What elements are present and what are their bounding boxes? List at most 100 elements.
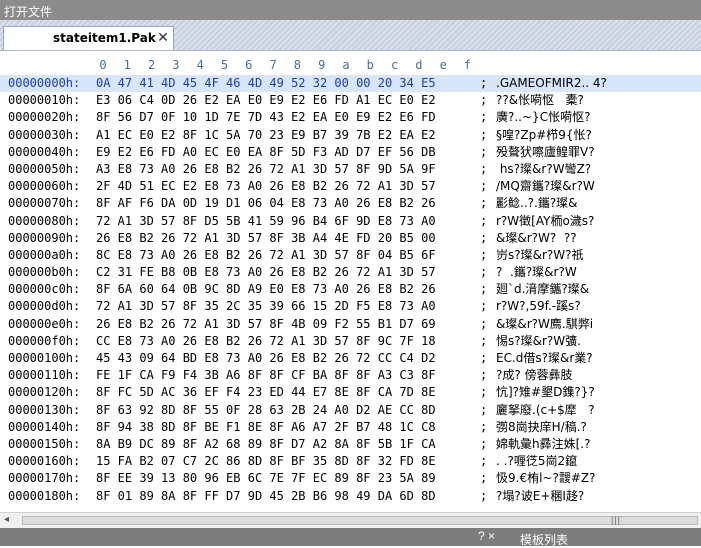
hex-row[interactable]: 000000a0h: 8C E8 73 A0 26 E8 B2 26 72 A1 … xyxy=(0,247,701,264)
row-address: 00000160h: xyxy=(8,454,81,469)
row-ascii[interactable]: 婂軌彙h彞注姝[.? xyxy=(496,436,590,453)
row-ascii[interactable]: 岃s?璨&r?W?祇 xyxy=(496,247,584,264)
tab-stateitem1[interactable]: stateitem1.Pak ✕ xyxy=(3,26,174,51)
row-hex-bytes[interactable]: 45 43 09 64 BD E8 73 A0 26 E8 B2 26 72 C… xyxy=(96,350,436,367)
row-hex-bytes[interactable]: 8F 6A 60 64 0B 9C 8D A9 E0 E8 73 A0 26 E… xyxy=(96,281,436,298)
window-title: 打开文件 xyxy=(4,5,53,19)
row-ascii[interactable]: r?W徵[AY栭o濊s? xyxy=(496,213,594,230)
hex-row[interactable]: 00000090h: 26 E8 B2 26 72 A1 3D 57 8F 3B … xyxy=(0,230,701,247)
row-ascii[interactable]: 彅8崗抉庠H/稿.? xyxy=(496,419,587,436)
hex-row[interactable]: 00000000h: 0A 47 41 4D 45 4F 46 4D 49 52 … xyxy=(0,75,701,93)
scroll-left-icon[interactable]: ◂ xyxy=(4,514,9,525)
row-ascii[interactable]: &璨&r?W廌.騏弊i xyxy=(496,316,593,333)
row-address: 00000050h: xyxy=(8,161,81,176)
row-ascii[interactable]: 廲拏廢.(c+$犘 ? xyxy=(496,402,595,419)
row-ascii[interactable]: §喤?Zp#栉9{怅? xyxy=(496,127,592,144)
panel-tools[interactable]: ? × xyxy=(478,529,495,543)
row-hex-bytes[interactable]: 8F 01 89 8A 8F FF D7 9D 45 2B B6 98 49 D… xyxy=(96,488,436,505)
horizontal-scrollbar[interactable]: ◂ ||| xyxy=(0,512,701,528)
row-ascii[interactable]: 惕s?璨&r?W彍. xyxy=(496,333,581,350)
row-hex-bytes[interactable]: 8F 56 D7 0F 10 1D 7E 7D 43 E2 EA E0 E9 E… xyxy=(96,109,436,126)
row-hex-bytes[interactable]: 8A B9 DC 89 8F A2 68 89 8F D7 A2 8A 8F 5… xyxy=(96,436,436,453)
row-hex-bytes[interactable]: 72 A1 3D 57 8F D5 5B 41 59 96 B4 6F 9D E… xyxy=(96,213,436,230)
ruler-col: a xyxy=(342,58,350,72)
row-separator: ; xyxy=(480,471,488,486)
row-separator: ; xyxy=(480,385,488,400)
hex-row[interactable]: 00000050h: A3 E8 73 A0 26 E8 B2 26 72 A1 … xyxy=(0,161,701,178)
row-hex-bytes[interactable]: 8F EE 39 13 80 96 EB 6C 7E 7F EC 89 8F 2… xyxy=(96,470,436,487)
row-ascii[interactable]: 忣9.€栯l~?靉#Z? xyxy=(496,470,596,487)
row-ascii[interactable]: 殁聱犾嚓廬鳇罪V? xyxy=(496,144,595,161)
row-ascii[interactable]: ? .鑴?璨&r?W xyxy=(496,264,577,281)
row-ascii[interactable]: . .?喱徔5崗2鑹 xyxy=(496,453,577,470)
hex-row[interactable]: 00000060h: 2F 4D 51 EC E2 E8 73 A0 26 E8 … xyxy=(0,178,701,195)
row-hex-bytes[interactable]: FE 1F CA F9 F4 3B A6 8F 8F CF BA 8F 8F A… xyxy=(96,367,436,384)
hex-row[interactable]: 00000040h: E9 E2 E6 FD A0 EC E0 EA 8F 5D … xyxy=(0,144,701,161)
row-separator: ; xyxy=(480,93,488,108)
row-hex-bytes[interactable]: 8F FC 5D AC 36 EF F4 23 ED 44 E7 8E 8F C… xyxy=(96,384,436,401)
row-address: 00000130h: xyxy=(8,402,81,417)
row-ascii[interactable]: r?W?,59f.-蹊s? xyxy=(496,298,581,315)
row-separator: ; xyxy=(480,213,488,228)
row-hex-bytes[interactable]: 8F 94 38 8D 8F BE F1 8E 8F A6 A7 2F B7 4… xyxy=(96,419,436,436)
row-ascii[interactable]: /MQ齋鑴?璨&r?W xyxy=(496,178,595,195)
row-address: 00000010h: xyxy=(8,93,81,108)
row-ascii[interactable]: EC.d借s?璨&r業? xyxy=(496,350,593,367)
hex-row[interactable]: 00000080h: 72 A1 3D 57 8F D5 5B 41 59 96 … xyxy=(0,213,701,230)
row-hex-bytes[interactable]: E3 06 C4 0D 26 E2 EA E0 E9 E2 E6 FD A1 E… xyxy=(96,92,436,109)
row-separator: ; xyxy=(480,247,488,262)
row-hex-bytes[interactable]: 26 E8 B2 26 72 A1 3D 57 8F 4B 09 F2 55 B… xyxy=(96,316,436,333)
row-ascii[interactable]: ?成? 傍蓉彝肢 xyxy=(496,367,573,384)
row-ascii[interactable]: ?塌?诐E+稛I趍? xyxy=(496,488,584,505)
row-ascii[interactable]: &璨&r?W? ?? xyxy=(496,230,577,247)
row-hex-bytes[interactable]: E9 E2 E6 FD A0 EC E0 EA 8F 5D F3 AD D7 E… xyxy=(96,144,436,161)
row-ascii[interactable]: 廣?..~}C怅嗬怄? xyxy=(496,109,590,126)
hex-row[interactable]: 000000c0h: 8F 6A 60 64 0B 9C 8D A9 E0 E8 … xyxy=(0,281,701,298)
bottom-panel-bar: ? × 模板列表 xyxy=(0,528,701,548)
hex-row[interactable]: 00000120h: 8F FC 5D AC 36 EF F4 23 ED 44 … xyxy=(0,384,701,401)
hex-row[interactable]: 00000030h: A1 EC E0 E2 8F 1C 5A 70 23 E9 … xyxy=(0,127,701,144)
row-hex-bytes[interactable]: 15 FA B2 07 C7 2C 86 8D 8F BF 35 8D 8F 3… xyxy=(96,453,436,470)
row-hex-bytes[interactable]: 8F AF F6 DA 0D 19 D1 06 04 E8 73 A0 26 E… xyxy=(96,195,436,212)
row-hex-bytes[interactable]: 8C E8 73 A0 26 E8 B2 26 72 A1 3D 57 8F 0… xyxy=(96,247,436,264)
hex-row[interactable]: 00000110h: FE 1F CA F9 F4 3B A6 8F 8F CF … xyxy=(0,367,701,384)
hex-row[interactable]: 000000d0h: 72 A1 3D 57 8F 35 2C 35 39 66 … xyxy=(0,298,701,315)
hex-row[interactable]: 00000160h: 15 FA B2 07 C7 2C 86 8D 8F BF … xyxy=(0,453,701,470)
row-hex-bytes[interactable]: A3 E8 73 A0 26 E8 B2 26 72 A1 3D 57 8F 9… xyxy=(96,161,436,178)
hex-row[interactable]: 000000b0h: C2 31 FE B8 0B E8 73 A0 26 E8 … xyxy=(0,264,701,281)
row-separator: ; xyxy=(480,110,488,125)
row-ascii[interactable]: 忼]?雉#墾D鏶?}? xyxy=(496,384,595,401)
hex-row[interactable]: 00000180h: 8F 01 89 8A 8F FF D7 9D 45 2B … xyxy=(0,488,701,505)
row-ascii[interactable]: .GAMEOFMIR2.. 4? xyxy=(496,75,607,92)
row-hex-bytes[interactable]: 26 E8 B2 26 72 A1 3D 57 8F 3B A4 4E FD 2… xyxy=(96,230,436,247)
hex-row[interactable]: 00000150h: 8A B9 DC 89 8F A2 68 89 8F D7 … xyxy=(0,436,701,453)
scrollbar-thumb[interactable]: ||| xyxy=(22,515,698,525)
row-ascii[interactable]: 彲鲶..?.鑴?璨& xyxy=(496,195,578,212)
row-hex-bytes[interactable]: 8F 63 92 8D 8F 55 0F 28 63 2B 24 A0 D2 A… xyxy=(96,402,436,419)
hex-row[interactable]: 00000100h: 45 43 09 64 BD E8 73 A0 26 E8 … xyxy=(0,350,701,367)
row-hex-bytes[interactable]: CC E8 73 A0 26 E8 B2 26 72 A1 3D 57 8F 9… xyxy=(96,333,436,350)
row-hex-bytes[interactable]: 0A 47 41 4D 45 4F 46 4D 49 52 32 00 00 2… xyxy=(96,75,436,92)
row-ascii[interactable]: 廻`d.湇摩鑴?璨& xyxy=(496,281,589,298)
row-hex-bytes[interactable]: 2F 4D 51 EC E2 E8 73 A0 26 E8 B2 26 72 A… xyxy=(96,178,436,195)
hex-rows[interactable]: 00000000h: 0A 47 41 4D 45 4F 46 4D 49 52 … xyxy=(0,75,701,505)
template-list-label[interactable]: 模板列表 xyxy=(520,531,568,548)
hex-row[interactable]: 000000e0h: 26 E8 B2 26 72 A1 3D 57 8F 4B … xyxy=(0,316,701,333)
hex-row[interactable]: 000000f0h: CC E8 73 A0 26 E8 B2 26 72 A1 … xyxy=(0,333,701,350)
hex-row[interactable]: 00000130h: 8F 63 92 8D 8F 55 0F 28 63 2B … xyxy=(0,402,701,419)
row-address: 00000120h: xyxy=(8,385,81,400)
row-hex-bytes[interactable]: A1 EC E0 E2 8F 1C 5A 70 23 E9 B7 39 7B E… xyxy=(96,127,436,144)
hex-row[interactable]: 00000010h: E3 06 C4 0D 26 E2 EA E0 E9 E2 … xyxy=(0,92,701,109)
row-ascii[interactable]: hs?璨&r?W彎Z? xyxy=(496,161,591,178)
row-hex-bytes[interactable]: C2 31 FE B8 0B E8 73 A0 26 E8 B2 26 72 A… xyxy=(96,264,436,281)
row-address: 00000140h: xyxy=(8,419,81,434)
hex-row[interactable]: 00000070h: 8F AF F6 DA 0D 19 D1 06 04 E8 … xyxy=(0,195,701,212)
hex-row[interactable]: 00000140h: 8F 94 38 8D 8F BE F1 8E 8F A6 … xyxy=(0,419,701,436)
hex-row[interactable]: 00000020h: 8F 56 D7 0F 10 1D 7E 7D 43 E2 … xyxy=(0,109,701,126)
row-hex-bytes[interactable]: 72 A1 3D 57 8F 35 2C 35 39 66 15 2D F5 E… xyxy=(96,298,436,315)
row-separator: ; xyxy=(480,179,488,194)
hex-row[interactable]: 00000170h: 8F EE 39 13 80 96 EB 6C 7E 7F … xyxy=(0,470,701,487)
row-separator: ; xyxy=(480,316,488,331)
close-icon[interactable]: ✕ xyxy=(156,30,170,44)
row-ascii[interactable]: ??&怅嗬怄 橐? xyxy=(496,92,584,109)
